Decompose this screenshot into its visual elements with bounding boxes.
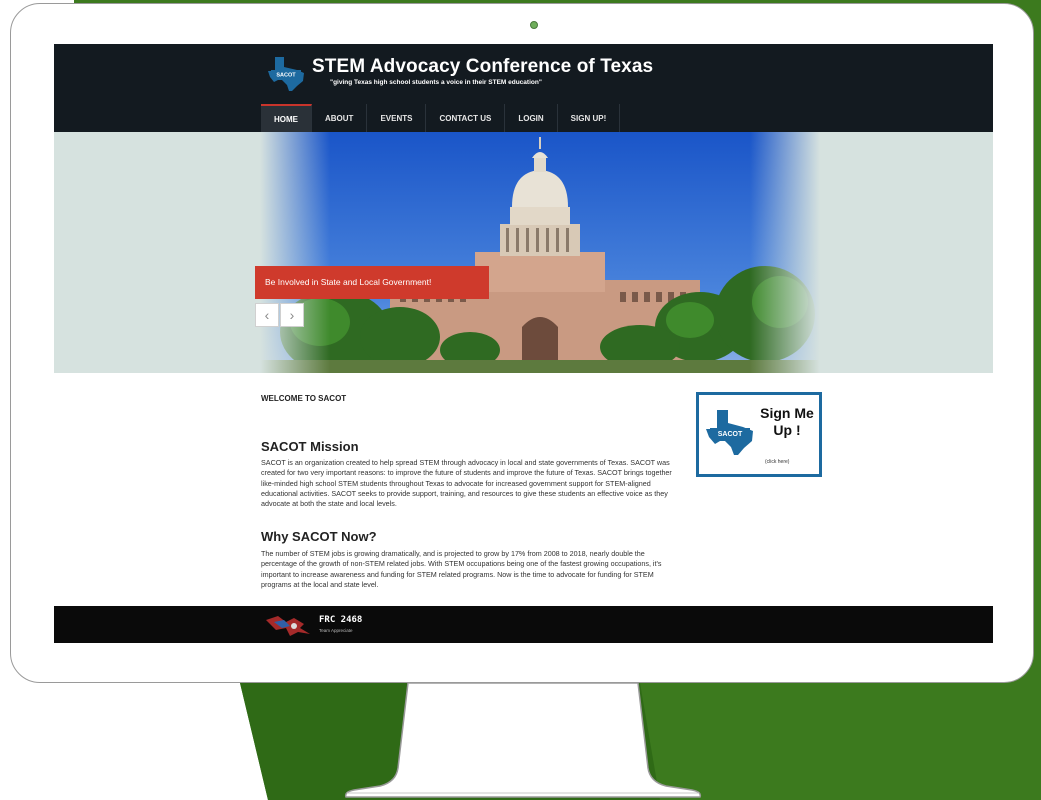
site-title[interactable]: STEM Advocacy Conference of Texas	[312, 56, 653, 78]
mission-text: SACOT is an organization created to help…	[261, 458, 672, 509]
frc-team-logo-icon[interactable]	[264, 612, 318, 638]
chevron-left-icon[interactable]: ‹	[255, 303, 279, 327]
nav-item-login[interactable]: LOGIN	[505, 104, 558, 132]
browser-screen: SACOT STEM Advocacy Conference of Texas …	[54, 44, 993, 643]
texas-logo-icon[interactable]: SACOT	[267, 56, 307, 92]
texas-icon: SACOT	[706, 410, 753, 455]
why-heading: Why SACOT Now?	[261, 529, 377, 544]
signup-line-1: Sign Me	[760, 405, 814, 421]
signup-click-here: (click here)	[765, 459, 790, 465]
footer-team-sub: Team Appreciate	[319, 628, 353, 633]
welcome-heading: WELCOME TO SACOT	[261, 394, 347, 403]
why-text: The number of STEM jobs is growing drama…	[261, 549, 662, 589]
site-tagline: "giving Texas high school students a voi…	[330, 79, 542, 86]
footer-team-name: FRC 2468	[319, 615, 363, 625]
camera-icon	[530, 21, 538, 29]
nav-item-contact-us[interactable]: CONTACT US	[426, 104, 506, 132]
nav-item-sign-up[interactable]: SIGN UP!	[558, 104, 621, 132]
site-header: SACOT STEM Advocacy Conference of Texas …	[54, 44, 993, 104]
mission-heading: SACOT Mission	[261, 439, 359, 454]
nav-item-events[interactable]: EVENTS	[367, 104, 427, 132]
hero-slider: Be Involved in State and Local Governmen…	[54, 132, 993, 373]
capitol-photo	[260, 132, 820, 373]
nav-item-about[interactable]: ABOUT	[312, 104, 368, 132]
chevron-right-icon[interactable]: ›	[280, 303, 304, 327]
site-footer: FRC 2468 Team Appreciate	[54, 606, 993, 643]
slide-caption[interactable]: Be Involved in State and Local Governmen…	[255, 266, 489, 299]
signup-line-2: Up !	[773, 422, 801, 438]
signup-logo-text: SACOT	[718, 431, 743, 438]
signup-button[interactable]: SACOT Sign Me Up ! (click here)	[696, 392, 822, 477]
main-nav: HOME ABOUT EVENTS CONTACT US LOGIN SIGN …	[54, 104, 993, 132]
signup-label: Sign Me Up !	[757, 405, 817, 439]
nav-item-home[interactable]: HOME	[261, 104, 312, 132]
logo-text: SACOT	[276, 73, 296, 79]
